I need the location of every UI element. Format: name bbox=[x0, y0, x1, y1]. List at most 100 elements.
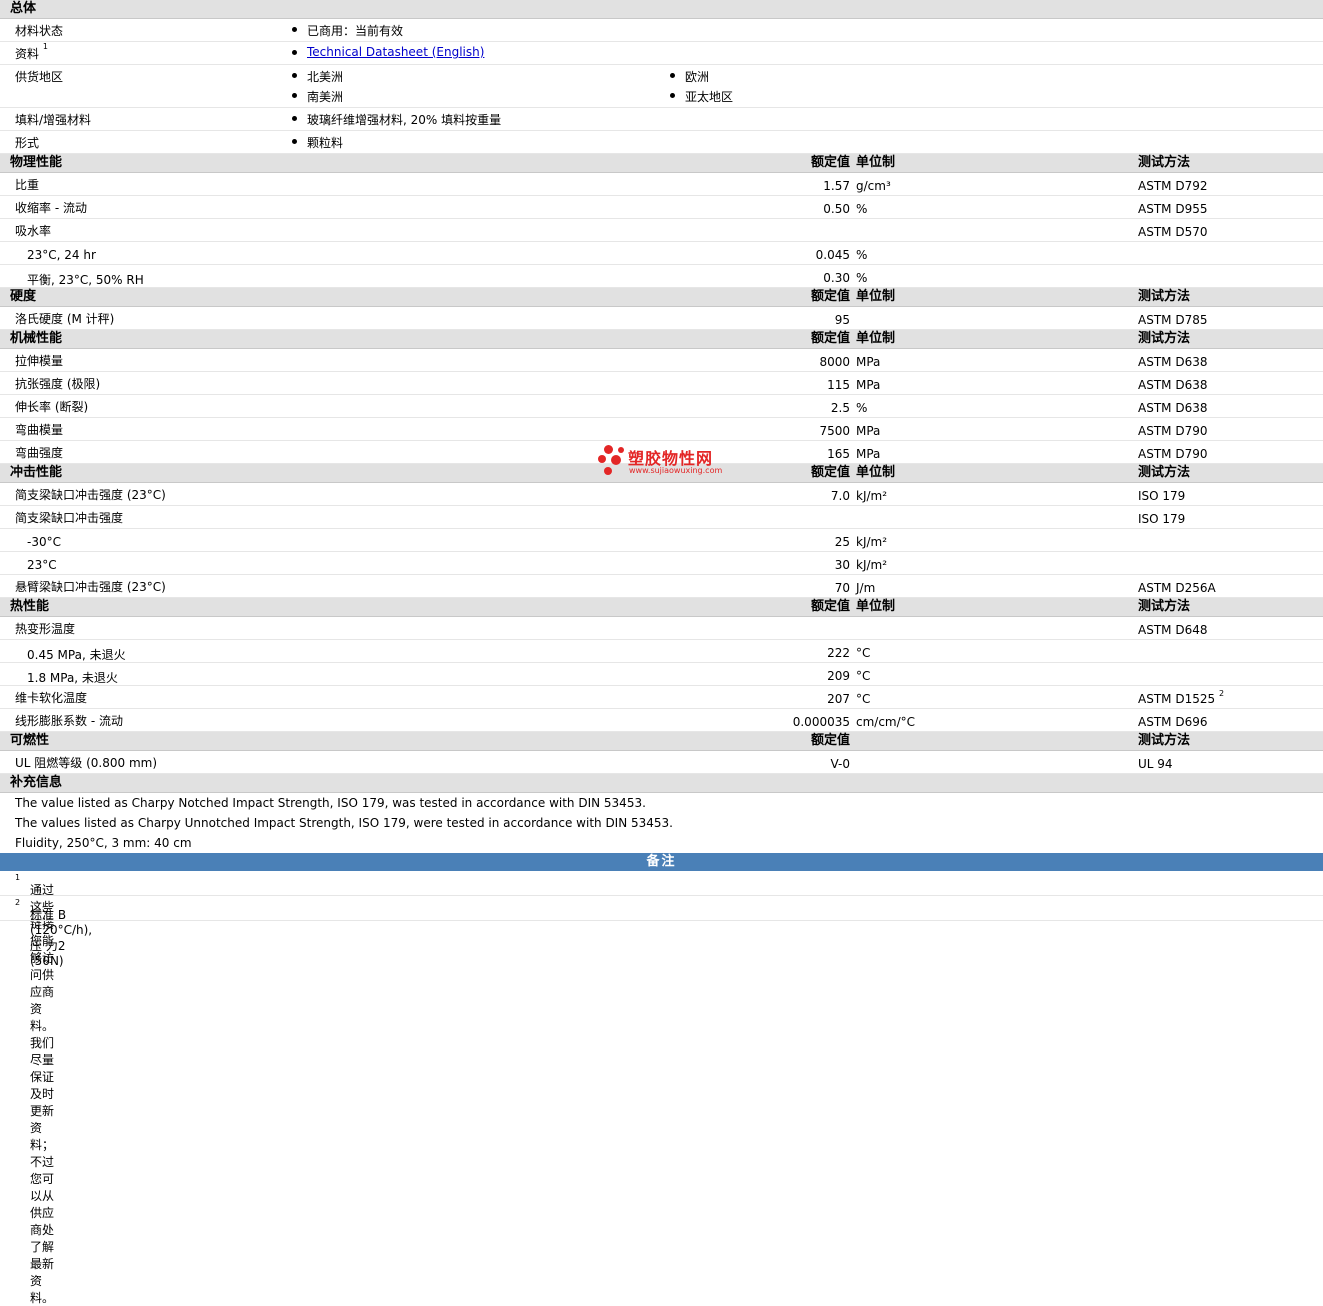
header-value: 额定值 bbox=[810, 155, 850, 170]
remark-row: 2 标准 B (120°C/h), 压 力2 (50N) bbox=[0, 896, 1323, 968]
property-row: 简支梁缺口冲击强度 ISO 179 bbox=[0, 506, 1323, 529]
property-unit: % bbox=[856, 271, 868, 285]
filler-value: 玻璃纤维增强材料, 20% 填料按重量 bbox=[291, 113, 502, 127]
property-value: 95 bbox=[834, 313, 850, 327]
remark-text: 2 标准 B (120°C/h), 压 力2 (50N) bbox=[15, 898, 92, 968]
property-value: 70 bbox=[834, 581, 850, 595]
header-value: 额定值 bbox=[810, 733, 850, 748]
property-label: 简支梁缺口冲击强度 bbox=[15, 511, 124, 525]
section-flammability: 可燃性 额定值 测试方法 bbox=[0, 732, 1323, 751]
property-unit: MPa bbox=[856, 447, 881, 461]
supplement-line: The value listed as Charpy Notched Impac… bbox=[0, 793, 1323, 813]
section-title: 可燃性 bbox=[10, 733, 50, 748]
test-method: ISO 179 bbox=[1138, 489, 1186, 503]
property-row: 弯曲模量 7500 MPa ASTM D790 bbox=[0, 418, 1323, 441]
test-method: ASTM D570 bbox=[1138, 225, 1208, 239]
property-label: 抗张强度 (极限) bbox=[15, 377, 101, 391]
property-label: 简支梁缺口冲击强度 (23°C) bbox=[15, 488, 166, 502]
property-unit: kJ/m² bbox=[856, 558, 888, 572]
watermark-logo: 塑胶物性网 www.sujiaowuxing.com bbox=[598, 443, 738, 483]
region-item: 欧洲 bbox=[669, 70, 710, 84]
header-value: 额定值 bbox=[810, 465, 850, 480]
remark-text: 1 通过这些链接您能够访问供应商资料。我们尽量保证及时更新资料；不过您可以从供应… bbox=[15, 873, 54, 1305]
property-label: 伸长率 (断裂) bbox=[15, 400, 89, 414]
header-method: 测试方法 bbox=[1138, 155, 1191, 170]
property-value: V-0 bbox=[830, 757, 850, 771]
property-label: 23°C bbox=[27, 558, 57, 572]
property-subrow: 平衡, 23°C, 50% RH 0.30 % bbox=[0, 265, 1323, 288]
section-title: 热性能 bbox=[10, 599, 50, 614]
property-value: 165 bbox=[827, 447, 850, 461]
test-method: ASTM D648 bbox=[1138, 623, 1208, 637]
property-unit: MPa bbox=[856, 378, 881, 392]
test-method: ASTM D785 bbox=[1138, 313, 1208, 327]
section-title: 机械性能 bbox=[10, 331, 63, 346]
property-row: 抗张强度 (极限) 115 MPa ASTM D638 bbox=[0, 372, 1323, 395]
region-item: 北美洲 bbox=[291, 70, 344, 84]
header-unit: 单位制 bbox=[856, 465, 896, 480]
property-subrow: -30°C 25 kJ/m² bbox=[0, 529, 1323, 552]
section-mechanical: 机械性能 额定值 单位制 测试方法 bbox=[0, 330, 1323, 349]
property-row: 拉伸模量 8000 MPa ASTM D638 bbox=[0, 349, 1323, 372]
property-unit: % bbox=[856, 248, 868, 262]
property-value: 0.045 bbox=[815, 248, 850, 262]
header-unit: 单位制 bbox=[856, 599, 896, 614]
row-docs: 资料 1 Technical Datasheet (English) bbox=[0, 42, 1323, 65]
test-method: ISO 179 bbox=[1138, 512, 1186, 526]
remarks-banner: 备注 bbox=[0, 853, 1323, 871]
property-label: 1.8 MPa, 未退火 bbox=[27, 671, 118, 685]
supplement-line: Fluidity, 250°C, 3 mm: 40 cm bbox=[0, 833, 1323, 853]
test-method-name: ASTM D1525 bbox=[1138, 692, 1216, 706]
property-label: 23°C, 24 hr bbox=[27, 248, 96, 262]
row-label: 材料状态 bbox=[15, 24, 64, 38]
property-unit: °C bbox=[856, 692, 871, 706]
property-value: 1.57 bbox=[823, 179, 850, 193]
property-value: 8000 bbox=[819, 355, 850, 369]
property-value: 222 bbox=[827, 646, 850, 660]
test-method: ASTM D696 bbox=[1138, 715, 1208, 729]
remark-row: 1 通过这些链接您能够访问供应商资料。我们尽量保证及时更新资料；不过您可以从供应… bbox=[0, 871, 1323, 1305]
property-label: UL 阻燃等级 (0.800 mm) bbox=[15, 756, 158, 770]
test-method: ASTM D638 bbox=[1138, 401, 1208, 415]
row-filler: 填料/增强材料 玻璃纤维增强材料, 20% 填料按重量 bbox=[0, 108, 1323, 131]
footnote-marker: 1 bbox=[42, 42, 48, 51]
technical-datasheet-link[interactable]: Technical Datasheet (English) bbox=[307, 45, 484, 59]
header-method: 测试方法 bbox=[1138, 599, 1191, 614]
property-subrow: 1.8 MPa, 未退火 209 °C bbox=[0, 663, 1323, 686]
property-label: 热变形温度 bbox=[15, 622, 76, 636]
header-unit: 单位制 bbox=[856, 289, 896, 304]
property-value: 0.50 bbox=[823, 202, 850, 216]
property-row: 收缩率 - 流动 0.50 % ASTM D955 bbox=[0, 196, 1323, 219]
footnote-marker: 1 bbox=[15, 873, 21, 882]
property-label: 吸水率 bbox=[15, 224, 52, 238]
test-method: ASTM D638 bbox=[1138, 378, 1208, 392]
test-method: ASTM D790 bbox=[1138, 424, 1208, 438]
row-label: 供货地区 bbox=[15, 70, 64, 84]
property-row: 维卡软化温度 207 °C ASTM D1525 2 bbox=[0, 686, 1323, 709]
property-label: 比重 bbox=[15, 178, 40, 192]
property-label: 拉伸模量 bbox=[15, 354, 64, 368]
row-status: 材料状态 已商用：当前有效 bbox=[0, 19, 1323, 42]
test-method: ASTM D638 bbox=[1138, 355, 1208, 369]
property-label: 收缩率 - 流动 bbox=[15, 201, 87, 215]
header-value: 额定值 bbox=[810, 289, 850, 304]
row-label: 形式 bbox=[15, 136, 40, 150]
test-method: ASTM D256A bbox=[1138, 581, 1216, 595]
property-value: 0.30 bbox=[823, 271, 850, 285]
property-row: 简支梁缺口冲击强度 (23°C) 7.0 kJ/m² ISO 179 bbox=[0, 483, 1323, 506]
remark-body: 标准 B (120°C/h), 压 力2 (50N) bbox=[30, 908, 93, 968]
property-label: 悬臂梁缺口冲击强度 (23°C) bbox=[15, 580, 166, 594]
region-item: 亚太地区 bbox=[669, 90, 734, 104]
section-title: 总体 bbox=[10, 1, 37, 16]
property-row: 伸长率 (断裂) 2.5 % ASTM D638 bbox=[0, 395, 1323, 418]
section-supplement: 补充信息 bbox=[0, 774, 1323, 793]
status-value: 已商用：当前有效 bbox=[291, 24, 404, 38]
property-subrow: 23°C, 24 hr 0.045 % bbox=[0, 242, 1323, 265]
property-value: 30 bbox=[834, 558, 850, 572]
property-label: 0.45 MPa, 未退火 bbox=[27, 648, 126, 662]
property-label: 弯曲模量 bbox=[15, 423, 64, 437]
property-unit: °C bbox=[856, 646, 871, 660]
section-physical: 物理性能 额定值 单位制 测试方法 bbox=[0, 154, 1323, 173]
property-unit: J/m bbox=[856, 581, 876, 595]
property-row: 线形膨胀系数 - 流动 0.000035 cm/cm/°C ASTM D696 bbox=[0, 709, 1323, 732]
